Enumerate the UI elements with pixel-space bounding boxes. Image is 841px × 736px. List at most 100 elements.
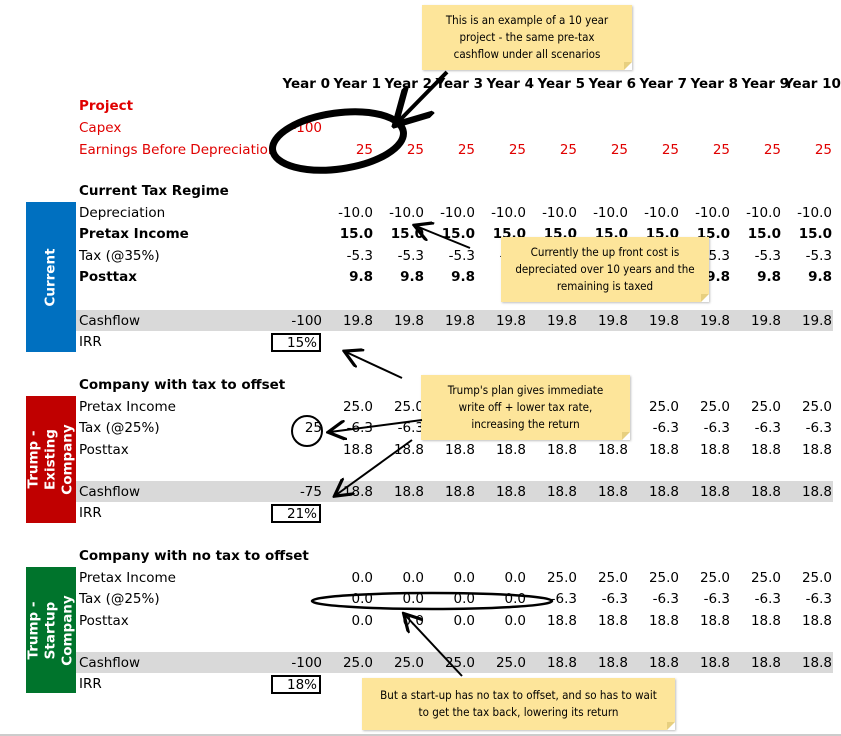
cell[interactable]: -10.0 (784, 205, 832, 221)
cell[interactable]: 18.8 (682, 613, 730, 629)
cell[interactable]: 25.0 (733, 399, 781, 415)
cell[interactable]: 0.0 (325, 570, 373, 586)
cell[interactable]: 18.8 (631, 613, 679, 629)
irr-value[interactable]: 15% (271, 333, 321, 352)
cell[interactable]: -6.3 (733, 420, 781, 436)
cell[interactable]: -10.0 (325, 205, 373, 221)
cell[interactable]: -10.0 (580, 205, 628, 221)
cell[interactable]: 0.0 (478, 570, 526, 586)
cell[interactable]: 18.8 (631, 484, 679, 500)
cell[interactable]: 25.0 (427, 655, 475, 671)
cell[interactable]: 19.8 (376, 313, 424, 329)
irr-value[interactable]: 21% (271, 504, 321, 523)
cell[interactable]: 18.8 (478, 442, 526, 458)
cell[interactable]: 19.8 (427, 313, 475, 329)
cell[interactable]: 0.0 (478, 613, 526, 629)
cell[interactable]: 18.8 (580, 613, 628, 629)
cell[interactable]: 0.0 (376, 591, 424, 607)
cell[interactable]: 9.8 (427, 269, 475, 285)
cell[interactable]: 25 (529, 142, 577, 158)
cell[interactable]: 25 (376, 142, 424, 158)
cell[interactable]: -100 (274, 120, 322, 136)
cell[interactable]: 25 (478, 142, 526, 158)
cell[interactable]: -6.3 (529, 591, 577, 607)
cell[interactable]: 0.0 (376, 570, 424, 586)
cell[interactable]: 25.0 (580, 570, 628, 586)
cell[interactable]: 18.8 (529, 613, 577, 629)
cell[interactable]: -5.3 (427, 248, 475, 264)
cell[interactable]: -6.3 (631, 591, 679, 607)
cell[interactable]: -75 (274, 484, 322, 500)
cell[interactable]: 25 (580, 142, 628, 158)
cell[interactable]: 18.8 (733, 442, 781, 458)
cell[interactable]: -6.3 (733, 591, 781, 607)
cell[interactable]: 18.8 (631, 442, 679, 458)
cell[interactable]: -10.0 (529, 205, 577, 221)
cell[interactable]: -5.3 (733, 248, 781, 264)
cell[interactable]: -6.3 (325, 420, 373, 436)
cell[interactable]: 18.8 (733, 655, 781, 671)
cell[interactable]: 0.0 (376, 613, 424, 629)
cell[interactable]: -6.3 (784, 591, 832, 607)
cell[interactable]: 0.0 (478, 591, 526, 607)
cell[interactable]: 0.0 (427, 613, 475, 629)
cell[interactable]: -10.0 (427, 205, 475, 221)
cell[interactable]: 18.8 (784, 442, 832, 458)
cell[interactable]: 18.8 (682, 484, 730, 500)
cell[interactable]: 9.8 (376, 269, 424, 285)
cell[interactable]: 18.8 (427, 484, 475, 500)
cell[interactable]: 0.0 (325, 591, 373, 607)
cell[interactable]: 25.0 (784, 399, 832, 415)
cell[interactable]: 18.8 (784, 655, 832, 671)
cell[interactable]: 19.8 (580, 313, 628, 329)
cell[interactable]: -6.3 (784, 420, 832, 436)
cell[interactable]: 15.0 (376, 226, 424, 242)
cell[interactable]: 9.8 (733, 269, 781, 285)
cell[interactable]: -10.0 (733, 205, 781, 221)
cell[interactable]: 25 (733, 142, 781, 158)
cell[interactable]: 18.8 (529, 442, 577, 458)
cell[interactable]: 25.0 (682, 399, 730, 415)
cell[interactable]: -6.3 (580, 591, 628, 607)
irr-value[interactable]: 18% (271, 675, 321, 694)
cell[interactable]: 25 (682, 142, 730, 158)
cell[interactable]: 18.8 (325, 484, 373, 500)
cell[interactable]: 25.0 (325, 655, 373, 671)
cell[interactable]: 19.8 (784, 313, 832, 329)
cell[interactable]: 25 (631, 142, 679, 158)
cell[interactable]: 19.8 (631, 313, 679, 329)
cell[interactable]: 0.0 (427, 591, 475, 607)
cell[interactable]: -100 (274, 655, 322, 671)
cell[interactable]: 18.8 (529, 484, 577, 500)
cell[interactable]: 25.0 (733, 570, 781, 586)
cell[interactable]: 25 (274, 420, 322, 436)
cell[interactable]: 18.8 (529, 655, 577, 671)
cell[interactable]: 19.8 (478, 313, 526, 329)
cell[interactable]: 18.8 (376, 484, 424, 500)
cell[interactable]: -6.3 (682, 420, 730, 436)
cell[interactable]: 25.0 (376, 399, 424, 415)
cell[interactable]: 15.0 (784, 226, 832, 242)
cell[interactable]: 25 (427, 142, 475, 158)
cell[interactable]: 15.0 (427, 226, 475, 242)
cell[interactable]: -10.0 (376, 205, 424, 221)
cell[interactable]: 18.8 (580, 484, 628, 500)
cell[interactable]: 19.8 (733, 313, 781, 329)
cell[interactable]: 18.8 (733, 613, 781, 629)
cell[interactable]: 19.8 (529, 313, 577, 329)
cell[interactable]: 25 (784, 142, 832, 158)
cell[interactable]: 9.8 (325, 269, 373, 285)
cell[interactable]: -10.0 (478, 205, 526, 221)
cell[interactable]: 15.0 (325, 226, 373, 242)
cell[interactable]: 18.8 (376, 442, 424, 458)
cell[interactable]: 19.8 (325, 313, 373, 329)
cell[interactable]: -5.3 (376, 248, 424, 264)
cell[interactable]: 25.0 (376, 655, 424, 671)
cell[interactable]: 18.8 (784, 613, 832, 629)
cell[interactable]: -100 (274, 313, 322, 329)
cell[interactable]: 18.8 (580, 655, 628, 671)
cell[interactable]: 18.8 (478, 484, 526, 500)
cell[interactable]: -6.3 (631, 420, 679, 436)
cell[interactable]: 0.0 (427, 570, 475, 586)
cell[interactable]: 25.0 (529, 570, 577, 586)
